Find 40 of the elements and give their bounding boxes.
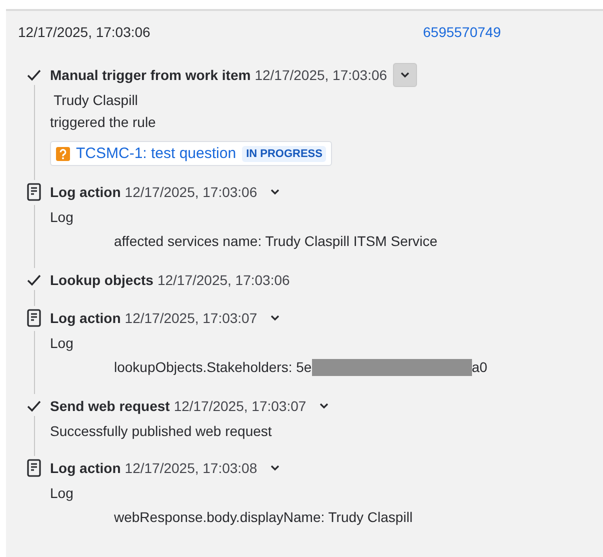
issue-card[interactable]: TCSMC-1: test question IN PROGRESS	[50, 141, 332, 166]
expand-button[interactable]	[393, 63, 418, 87]
chevron-icon	[270, 315, 280, 321]
log-text: Successfully published web request	[50, 422, 273, 441]
document-icon	[27, 309, 41, 327]
step-title: Log action	[50, 310, 121, 326]
status-lozenge: IN PROGRESS	[242, 146, 326, 162]
chevron-icon	[400, 72, 410, 78]
step-title: Lookup objects	[50, 272, 154, 288]
step-time: 12/17/2025, 17:03:07	[174, 398, 306, 414]
step-time: 12/17/2025, 17:03:06	[254, 67, 388, 83]
log-text: triggered the rule	[50, 113, 157, 132]
log-entry: affected services name: Trudy Claspill ITSM Service	[114, 232, 438, 251]
question-icon	[56, 146, 70, 160]
log-text: Log	[50, 208, 74, 227]
document-icon	[27, 459, 41, 477]
log-text: Trudy Claspill	[52, 91, 139, 110]
check-icon	[27, 69, 41, 81]
check-icon	[27, 274, 41, 286]
chevron-icon	[270, 465, 280, 471]
log-text: Log	[50, 484, 74, 503]
log-entry: lookupObjects.Stakeholders: 5e	[114, 358, 312, 377]
step-time: 12/17/2025, 17:03:07	[124, 310, 258, 326]
chevron-icon	[319, 403, 330, 409]
log-entry: webResponse.body.displayName: Trudy Claspill	[114, 508, 413, 527]
id-link[interactable]: 6595570749	[423, 24, 501, 40]
step-time: 12/17/2025, 17:03:08	[124, 460, 258, 476]
run-time: 12/17/2025, 17:03:06	[18, 24, 152, 40]
step-time: 12/17/2025, 17:03:06	[157, 272, 290, 288]
step-time: 12/17/2025, 17:03:06	[124, 184, 258, 200]
step-title: Log action	[50, 460, 121, 476]
log-entry: a0	[472, 358, 488, 377]
step-title: Send web request	[50, 398, 170, 414]
log-text: Log	[50, 334, 74, 353]
step-title: Log action	[50, 184, 121, 200]
chevron-icon	[270, 189, 280, 195]
step-title: Manual trigger from work item	[50, 67, 251, 83]
issue-link[interactable]: TCSMC-1: test question	[76, 145, 236, 162]
document-icon	[27, 183, 41, 201]
check-icon	[27, 400, 41, 412]
